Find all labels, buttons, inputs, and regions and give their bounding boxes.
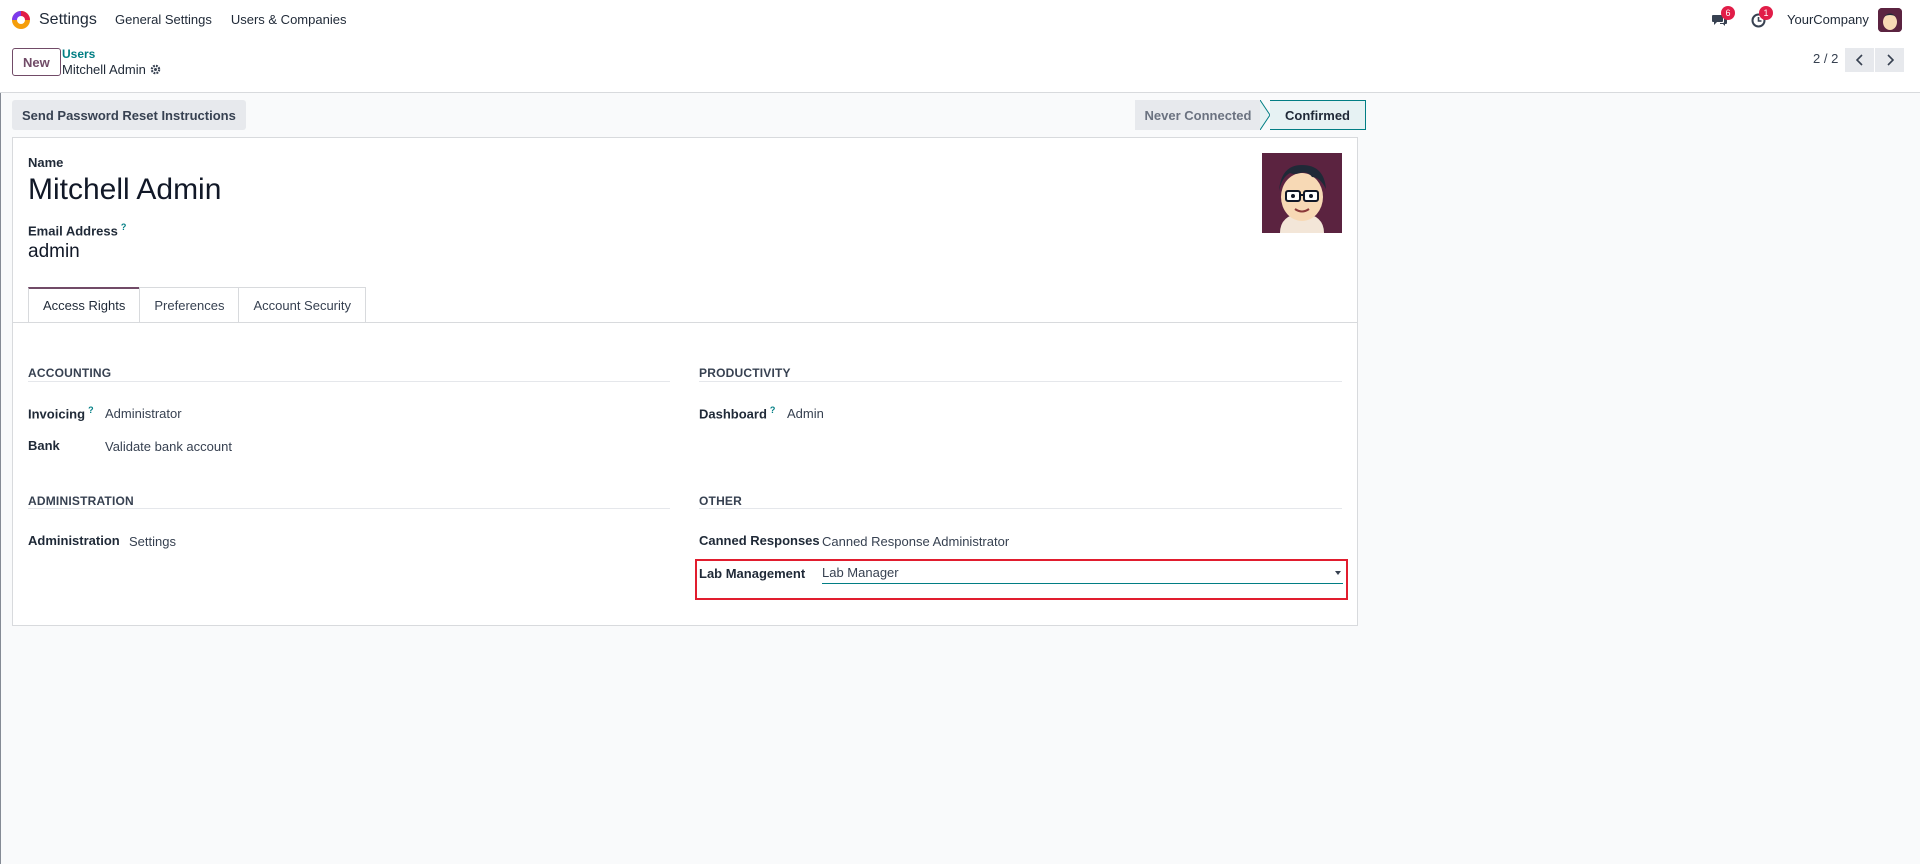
caret-down-icon[interactable] xyxy=(1335,570,1341,575)
group-title-productivity: PRODUCTIVITY xyxy=(699,366,791,380)
lab-management-select[interactable]: Lab Manager xyxy=(822,562,1343,584)
status-bar: Never Connected Confirmed xyxy=(1135,100,1366,130)
name-label: Name xyxy=(28,155,63,170)
breadcrumb-current-label: Mitchell Admin xyxy=(62,62,146,77)
group-divider-productivity xyxy=(699,381,1342,382)
administration-label: Administration xyxy=(28,533,120,548)
avatar-face-icon xyxy=(1878,8,1902,32)
breadcrumb-users[interactable]: Users xyxy=(62,47,95,61)
pager-previous-button[interactable] xyxy=(1845,48,1874,72)
dashboard-help-icon[interactable]: ? xyxy=(770,405,776,415)
tab-preferences[interactable]: Preferences xyxy=(139,287,240,323)
top-navbar: Settings General Settings Users & Compan… xyxy=(0,0,1920,40)
email-label-text: Email Address xyxy=(28,223,118,239)
group-title-other: OTHER xyxy=(699,494,742,508)
odoo-logo-icon[interactable] xyxy=(11,10,31,30)
bank-field[interactable]: Validate bank account xyxy=(105,439,232,454)
tabs-divider xyxy=(13,322,1357,323)
group-title-administration: ADMINISTRATION xyxy=(28,494,134,508)
invoicing-label-text: Invoicing xyxy=(28,406,86,422)
chevron-right-icon xyxy=(1886,54,1894,66)
invoicing-label: Invoicing? xyxy=(28,405,94,421)
group-title-accounting: ACCOUNTING xyxy=(28,366,112,380)
status-arrow-icon xyxy=(1260,100,1270,130)
canned-responses-label: Canned Responses xyxy=(699,533,820,548)
group-divider-other xyxy=(699,508,1342,509)
status-never-connected[interactable]: Never Connected xyxy=(1135,100,1261,130)
activities-button[interactable]: 1 xyxy=(1747,6,1773,31)
invoicing-help-icon[interactable]: ? xyxy=(88,405,94,415)
new-button[interactable]: New xyxy=(12,48,61,76)
lab-management-label: Lab Management xyxy=(699,566,806,581)
tab-account-security[interactable]: Account Security xyxy=(238,287,367,323)
main-menu: General Settings Users & Companies xyxy=(115,12,346,27)
messages-badge: 6 xyxy=(1721,6,1735,20)
status-confirmed[interactable]: Confirmed xyxy=(1270,100,1366,130)
name-label-text: Name xyxy=(28,155,64,170)
company-switcher[interactable]: YourCompany xyxy=(1787,12,1869,27)
user-avatar[interactable] xyxy=(1878,8,1902,32)
menu-users-companies[interactable]: Users & Companies xyxy=(231,12,347,27)
dashboard-field[interactable]: Admin xyxy=(787,406,824,421)
bank-label: Bank xyxy=(28,438,60,453)
breadcrumb-current: Mitchell Admin xyxy=(62,62,161,77)
gear-icon[interactable] xyxy=(150,64,161,75)
dashboard-label-text: Dashboard xyxy=(699,406,767,422)
chevron-left-icon xyxy=(1855,54,1863,66)
menu-general-settings[interactable]: General Settings xyxy=(115,12,212,27)
app-name[interactable]: Settings xyxy=(39,11,97,29)
pager-next-button[interactable] xyxy=(1875,48,1904,72)
lab-management-value: Lab Manager xyxy=(822,565,899,580)
avatar-cartoon-icon xyxy=(1262,153,1342,233)
email-help-icon[interactable]: ? xyxy=(121,222,127,232)
group-divider-accounting xyxy=(28,381,670,382)
dashboard-label: Dashboard? xyxy=(699,405,775,421)
tab-access-rights[interactable]: Access Rights xyxy=(28,287,141,323)
activities-badge: 1 xyxy=(1759,6,1773,20)
email-field[interactable]: admin xyxy=(28,241,80,263)
profile-image[interactable] xyxy=(1262,153,1342,233)
email-label: Email Address? xyxy=(28,222,126,238)
administration-field[interactable]: Settings xyxy=(129,534,176,549)
left-edge-divider xyxy=(0,93,1,864)
name-field[interactable]: Mitchell Admin xyxy=(28,173,221,207)
control-panel: New Users Mitchell Admin 2 / 2 xyxy=(0,40,1920,93)
messages-button[interactable]: 6 xyxy=(1709,6,1735,31)
invoicing-field[interactable]: Administrator xyxy=(105,406,182,421)
notebook-tabs: Access Rights Preferences Account Securi… xyxy=(28,287,367,323)
send-password-reset-button[interactable]: Send Password Reset Instructions xyxy=(12,100,246,130)
group-divider-administration xyxy=(28,508,670,509)
canned-responses-field[interactable]: Canned Response Administrator xyxy=(822,534,1009,549)
pager-value[interactable]: 2 / 2 xyxy=(1813,51,1838,66)
